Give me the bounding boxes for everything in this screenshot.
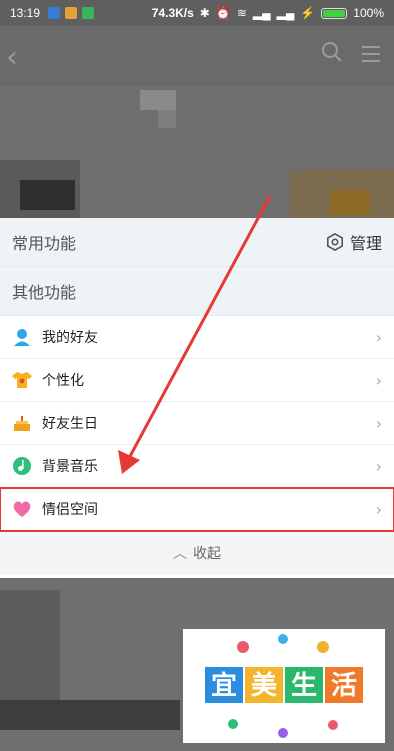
signal-icon: ▂▄	[252, 6, 271, 20]
common-functions-label: 常用功能	[12, 234, 77, 253]
status-right: 74.3K/s ✱ ⏰ ≋ ▂▄ ▂▄ ⚡ 100%	[152, 6, 384, 20]
notification-icon	[65, 7, 78, 19]
alarm-icon: ⏰	[215, 6, 231, 20]
menu-item-label: 好友生日	[42, 416, 98, 432]
status-bar: 13:19 74.3K/s ✱ ⏰ ≋ ▂▄ ▂▄ ⚡ 100%	[0, 0, 394, 26]
logo-graphic: 宜 美 生 活	[205, 634, 363, 738]
menu-item-label: 我的好友	[42, 330, 98, 346]
notification-icon	[48, 7, 61, 19]
bluetooth-icon: ✱	[199, 6, 210, 20]
back-icon[interactable]: ‹	[6, 40, 18, 75]
battery-percent: 100%	[353, 6, 384, 20]
blurred-content	[0, 590, 60, 710]
battery-icon	[321, 7, 348, 19]
gear-icon	[326, 233, 343, 251]
cake-icon	[12, 413, 32, 433]
logo-char: 活	[331, 671, 357, 701]
wifi-icon: ≋	[236, 6, 247, 20]
notification-icon	[82, 7, 95, 19]
menu-item-my-friends[interactable]: 我的好友 ›	[0, 316, 394, 359]
function-panel: 常用功能 管理 其他功能 我的好友 › 个性化 › 好友生日 › 背景音乐 › …	[0, 218, 394, 578]
collapse-label: 收起	[193, 546, 221, 562]
network-speed: 74.3K/s	[151, 6, 194, 20]
chevron-right-icon: ›	[375, 499, 382, 519]
chevron-right-icon: ›	[375, 413, 382, 433]
blurred-content	[20, 180, 75, 210]
menu-icon[interactable]	[362, 46, 380, 67]
background-header: ‹	[0, 26, 394, 86]
manage-button[interactable]: 管理	[326, 230, 382, 254]
shirt-icon	[12, 370, 32, 390]
logo-char: 生	[291, 671, 317, 701]
heart-icon	[12, 499, 32, 519]
blurred-content	[140, 90, 176, 110]
friend-icon	[12, 327, 32, 347]
manage-label: 管理	[349, 234, 382, 253]
chevron-right-icon: ›	[375, 327, 382, 347]
logo-char: 宜	[211, 670, 237, 701]
music-icon	[12, 456, 32, 476]
watermark-logo: 宜 美 生 活	[183, 629, 385, 743]
other-functions-row: 其他功能	[0, 267, 394, 316]
charging-icon: ⚡	[300, 6, 316, 20]
menu-item-couple-space[interactable]: 情侣空间 ›	[0, 487, 394, 532]
search-icon[interactable]	[320, 40, 344, 64]
menu-item-bg-music[interactable]: 背景音乐 ›	[0, 445, 394, 488]
menu-item-friend-birthday[interactable]: 好友生日 ›	[0, 402, 394, 445]
menu-item-label: 情侣空间	[42, 502, 98, 518]
menu-item-label: 个性化	[42, 373, 84, 389]
chevron-right-icon: ›	[375, 456, 382, 476]
menu-item-label: 背景音乐	[42, 459, 98, 475]
blurred-content	[0, 700, 180, 730]
chevron-right-icon: ›	[375, 370, 382, 390]
menu-item-personalize[interactable]: 个性化 ›	[0, 359, 394, 402]
signal-icon: ▂▄	[276, 6, 295, 20]
other-functions-label: 其他功能	[12, 283, 77, 302]
blurred-content	[330, 190, 370, 215]
chevron-up-icon: ︿	[173, 546, 187, 562]
logo-char: 美	[251, 670, 277, 701]
common-functions-row: 常用功能 管理	[0, 218, 394, 267]
collapse-button[interactable]: ︿ 收起	[0, 531, 394, 575]
blurred-content	[158, 110, 176, 128]
status-time: 13:19	[10, 6, 41, 20]
